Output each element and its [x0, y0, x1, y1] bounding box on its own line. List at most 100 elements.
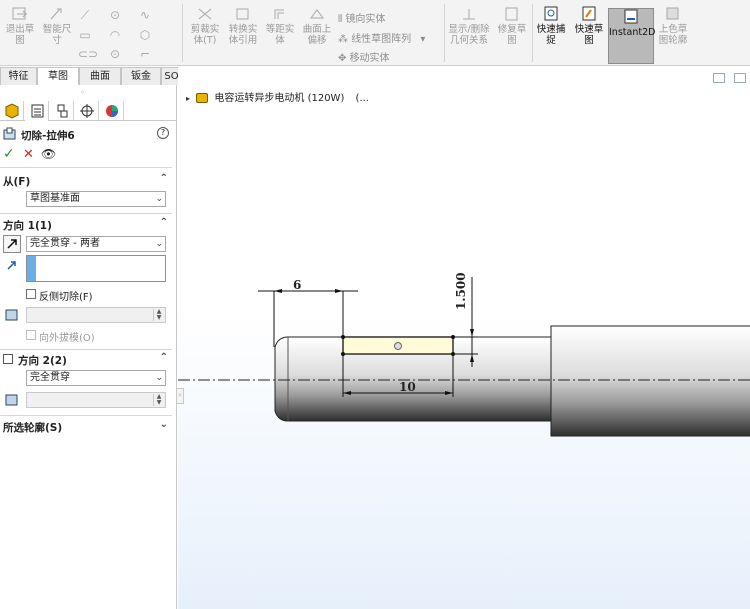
chevron-down-icon[interactable]: ▾: [420, 34, 425, 45]
polygon-icon[interactable]: ⬡: [138, 28, 152, 42]
tab-sheet-metal[interactable]: 钣金: [121, 67, 161, 85]
tab-property-manager[interactable]: [25, 101, 49, 121]
direction-vector-icon: [7, 261, 16, 270]
model-drawing: [178, 277, 750, 437]
dimension-height-text[interactable]: 1.500: [454, 272, 468, 310]
flip-side-label: 反侧切除(F): [39, 292, 93, 303]
draft2-angle-input[interactable]: ▲ ▼: [26, 392, 166, 408]
command-ribbon: 退出草 图 智能尺 寸 ⟋ ⊙ ∿ ▭ ◠ ⬡ ⊂⊃ ⊙ ⌐ 剪裁实 体(T) …: [0, 0, 750, 66]
direction1-title: 方向 1(1): [3, 220, 52, 232]
feature-title: 切除-拉伸6: [21, 130, 75, 142]
preview-button[interactable]: 👁: [41, 147, 56, 161]
reverse-direction-icon: [7, 239, 17, 249]
manager-tabs: [0, 101, 177, 121]
draft-icon[interactable]: [4, 307, 20, 323]
point-icon[interactable]: ⌐: [138, 47, 152, 61]
chevron-down-icon: ⌄: [155, 194, 163, 204]
from-section-header[interactable]: 从(F) ⌃: [0, 173, 172, 189]
ok-button[interactable]: ✓: [3, 146, 15, 162]
offset-on-surface-button[interactable]: 曲面上 偏移: [298, 6, 336, 46]
tab-dimxpert[interactable]: [75, 101, 99, 121]
draft2-icon[interactable]: [4, 392, 20, 408]
linear-pattern-label: 线性草图阵列: [351, 34, 412, 45]
panel-grip[interactable]: ◦: [80, 88, 85, 97]
tab-display-manager[interactable]: [100, 101, 124, 121]
reverse-direction-button[interactable]: [3, 235, 21, 253]
tab-configuration-manager[interactable]: [50, 101, 74, 121]
mirror-entities-button[interactable]: ⫴ 镜向实体: [338, 10, 385, 25]
repair-icon: [505, 7, 518, 21]
instant2d-icon: [624, 9, 638, 24]
smart-dimension-icon: [50, 8, 62, 20]
draft-outward-checkbox[interactable]: [26, 330, 36, 340]
exit-sketch-button[interactable]: 退出草 图: [2, 6, 38, 46]
offset-entities-button[interactable]: 等距实 体: [262, 6, 298, 46]
move-icon: ✥: [338, 53, 350, 64]
mirror-label: 镜向实体: [345, 14, 386, 25]
linear-pattern-icon: ⁂: [338, 34, 352, 45]
direction2-end-condition-select[interactable]: 完全贯穿 ⌄: [26, 370, 166, 386]
direction2-checkbox[interactable]: [3, 354, 13, 364]
slot-icon[interactable]: ⊂⊃: [78, 47, 98, 61]
direction1-section-header[interactable]: 方向 1(1) ⌃: [0, 217, 172, 233]
circle-icon[interactable]: ⊙: [108, 8, 122, 22]
fillet-icon[interactable]: ⊙: [108, 47, 122, 61]
offset-icon: [274, 9, 284, 19]
selected-contours-header[interactable]: 所选轮廓(S) ⌄: [0, 419, 172, 435]
arc-icon[interactable]: ◠: [108, 28, 122, 42]
end-condition-select[interactable]: 完全贯穿 - 两者 ⌄: [26, 236, 166, 252]
shaded-sketch-contours-button[interactable]: 上色草 图轮廓: [656, 6, 690, 46]
rapid-sketch-icon: [582, 6, 596, 21]
from-select[interactable]: 草图基准面 ⌄: [26, 191, 166, 207]
selection-focus-bar: [27, 256, 36, 281]
tab-feature-tree[interactable]: [0, 101, 24, 121]
trim-label: 剪裁实 体(T): [190, 24, 220, 46]
relations-label: 显示/删除 几何关系: [448, 24, 490, 46]
sketch-tools-row-3: ⊂⊃ ⊙ ⌐: [78, 47, 173, 63]
display-relations-button[interactable]: 显示/删除 几何关系: [446, 6, 492, 46]
rectangle-icon[interactable]: ▭: [78, 28, 92, 42]
repair-sketch-button[interactable]: 修复草 图: [494, 6, 530, 46]
trim-entities-button[interactable]: 剪裁实 体(T): [186, 6, 224, 46]
linear-pattern-button[interactable]: ⁂ 线性草图阵列 ▾: [338, 30, 425, 45]
feature-header: 切除-拉伸6 ?: [3, 127, 173, 143]
chevron-down-icon[interactable]: ⌄: [160, 419, 168, 430]
configuration-icon: [57, 104, 68, 118]
spinner-icon[interactable]: ▲ ▼: [153, 394, 164, 406]
appearance-icon: [106, 105, 118, 117]
relations-icon: [463, 9, 475, 20]
shaft-large-diameter[interactable]: [550, 325, 750, 437]
shaded-contours-label: 上色草 图轮廓: [658, 24, 688, 46]
rapid-sketch-button[interactable]: 快速草 图: [572, 6, 606, 46]
chevron-up-icon[interactable]: ⌃: [160, 352, 168, 363]
graphics-area[interactable]: ▸ 电容运转异步电动机 (120W) (... 6 10 1.500: [178, 67, 750, 609]
draft-outward-label: 向外拔模(O): [39, 333, 95, 344]
dimension-length-text[interactable]: 10: [399, 380, 416, 394]
selected-contours-title: 所选轮廓(S): [3, 422, 63, 434]
tab-sketch[interactable]: 草图: [37, 67, 79, 85]
spline-icon[interactable]: ∿: [138, 8, 152, 22]
direction2-section-header[interactable]: 方向 2(2) ⌃: [0, 352, 172, 368]
instant2d-button[interactable]: Instant2D: [608, 8, 655, 64]
dimension-width-text[interactable]: 6: [293, 278, 301, 292]
direction-selection-box[interactable]: [26, 255, 166, 282]
sketch-origin-point[interactable]: [394, 342, 402, 350]
tab-surfaces[interactable]: 曲面: [79, 67, 121, 85]
draft-angle-input[interactable]: ▲ ▼: [26, 307, 166, 323]
flip-side-checkbox[interactable]: [26, 289, 36, 299]
move-entities-button[interactable]: ✥ 移动实体: [338, 49, 390, 64]
help-icon[interactable]: ?: [157, 127, 169, 139]
direction2-title: 方向 2(2): [18, 355, 67, 367]
smart-dimension-button[interactable]: 智能尺 寸: [40, 6, 74, 46]
tab-features[interactable]: 特征: [0, 67, 37, 85]
shaded-contours-icon: [666, 7, 679, 20]
panel-resize-handle[interactable]: ◦: [176, 388, 184, 404]
chevron-up-icon[interactable]: ⌃: [160, 173, 168, 184]
quick-snaps-button[interactable]: 快速捕 捉: [534, 6, 568, 46]
rapid-sketch-label: 快速草 图: [574, 24, 604, 46]
chevron-up-icon[interactable]: ⌃: [160, 217, 168, 228]
line-icon[interactable]: ⟋: [78, 8, 92, 22]
spinner-icon[interactable]: ▲ ▼: [153, 309, 164, 321]
convert-entities-button[interactable]: 转换实 体引用: [224, 6, 262, 46]
cancel-button[interactable]: ✕: [23, 147, 34, 162]
